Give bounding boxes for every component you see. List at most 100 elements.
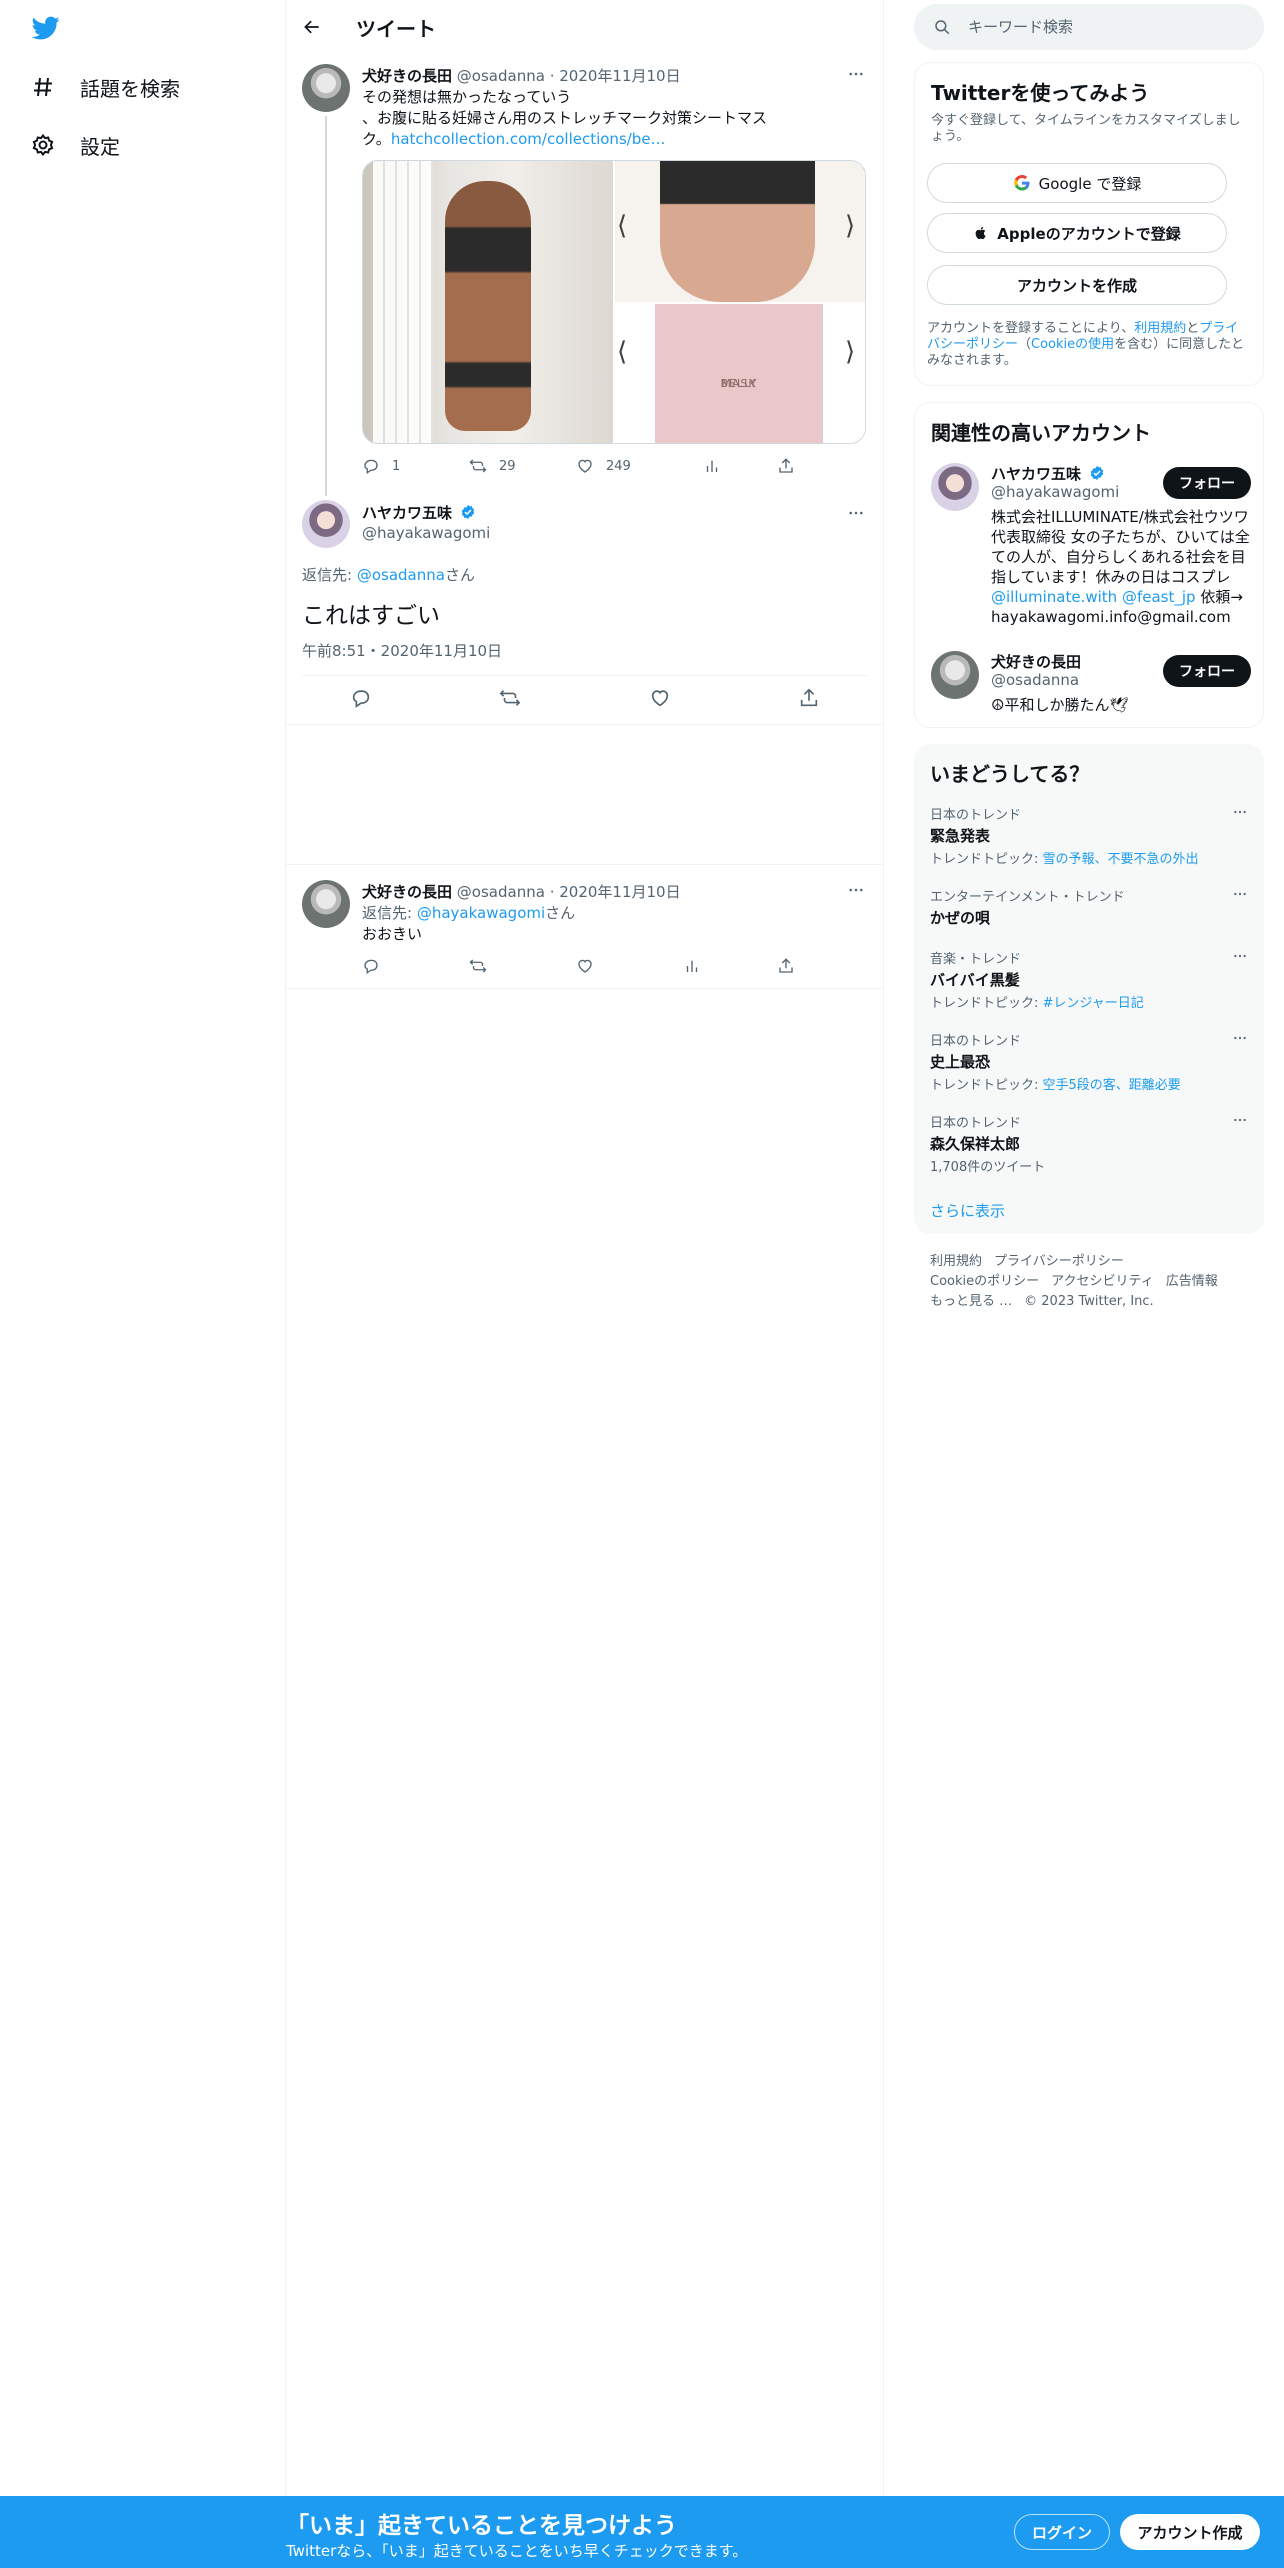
trend-topic-link[interactable]: #レンジャー日記 [1043, 996, 1144, 1011]
more-icon[interactable] [1232, 804, 1248, 824]
trend-item[interactable]: 日本のトレンド 緊急発表 トレンドトピック: 雪の予報、不要不急の外出 [930, 804, 1248, 867]
share-button[interactable] [777, 957, 795, 975]
signup-button[interactable]: アカウント作成 [1120, 2514, 1260, 2550]
tweet-actions [362, 957, 802, 975]
reply-to: 返信先: @osadannaさん [302, 564, 475, 585]
avatar[interactable] [302, 880, 350, 928]
retweet-button[interactable] [469, 957, 576, 975]
more-icon[interactable] [846, 880, 866, 900]
like-button[interactable]: 249 [576, 457, 703, 475]
author-handle[interactable]: @osadanna [457, 883, 545, 901]
footer-privacy-link[interactable]: プライバシーポリシー [994, 1254, 1124, 1269]
image-text: MASK [721, 377, 757, 390]
share-icon [779, 458, 793, 473]
heart-icon[interactable] [649, 687, 671, 713]
more-icon[interactable] [1232, 1030, 1248, 1050]
reply-to-handle[interactable]: @hayakawagomi [417, 904, 545, 922]
twitter-logo-icon[interactable] [30, 14, 62, 42]
create-account-button[interactable]: アカウントを作成 [927, 265, 1227, 305]
share-button[interactable] [777, 457, 795, 475]
more-icon[interactable] [1232, 886, 1248, 906]
reply-to-suffix: さん [444, 566, 475, 584]
follow-button[interactable]: フォロー [1163, 655, 1251, 687]
chevron-right-icon: ⟩ [845, 211, 856, 241]
account-bio: 株式会社ILLUMINATE/株式会社ウツワ 代表取締役 女の子たちが、ひいては… [991, 507, 1253, 627]
avatar[interactable] [302, 64, 350, 112]
tweet-link[interactable]: hatchcollection.com/collections/be… [391, 130, 666, 148]
google-signup-button[interactable]: Google で登録 [927, 163, 1227, 203]
footer-accessibility-link[interactable]: アクセシビリティ [1051, 1274, 1154, 1289]
share-icon[interactable] [798, 687, 820, 713]
tweet-date[interactable]: 2020年11月10日 [559, 883, 680, 901]
trend-name: バイバイ黒髪 [930, 971, 1020, 989]
nav-settings[interactable]: 設定 [30, 125, 120, 165]
search-input[interactable] [968, 18, 1248, 36]
divider [286, 988, 884, 989]
reply-button[interactable] [362, 957, 469, 975]
reply-button[interactable]: 1 [362, 457, 469, 475]
media-photo-2[interactable] [615, 161, 865, 302]
author-name[interactable]: ハヤカワ五味 [362, 504, 452, 522]
main-column: ツイート 犬好きの長田 @osadanna · 2020年11月10日 その発想… [286, 0, 884, 2496]
account-item[interactable]: 犬好きの長田 @osadanna ☮平和しか勝たん🕊 フォロー [931, 651, 1251, 715]
like-button[interactable] [576, 957, 683, 975]
author-name[interactable]: 犬好きの長田 [362, 67, 452, 85]
trend-item[interactable]: 日本のトレンド 森久保祥太郎 1,708件のツイート [930, 1112, 1248, 1175]
back-arrow-icon[interactable] [300, 15, 324, 39]
reply-icon[interactable] [350, 687, 372, 713]
author-handle[interactable]: @hayakawagomi [362, 524, 490, 542]
avatar[interactable] [931, 463, 979, 511]
cookie-link[interactable]: Cookieの使用 [1031, 337, 1114, 352]
media-photo-3[interactable]: BELLY MASK [615, 304, 865, 443]
analytics-button[interactable] [703, 457, 777, 475]
trend-name: 緊急発表 [930, 827, 991, 845]
account-bio: ☮平和しか勝たん🕊 [991, 696, 1129, 714]
tweet-date[interactable]: 2020年11月10日 [559, 67, 680, 85]
login-button[interactable]: ログイン [1014, 2514, 1110, 2550]
tweet-actions [286, 676, 884, 724]
bio-link[interactable]: @feast_jp [1122, 588, 1196, 606]
retweet-button[interactable]: 29 [469, 457, 576, 475]
search-bar[interactable] [914, 4, 1264, 50]
footer-cookie-link[interactable]: Cookieのポリシー [930, 1274, 1039, 1289]
footer-more-link[interactable]: もっと見る … [930, 1294, 1012, 1309]
more-icon[interactable] [846, 64, 866, 84]
hashtag-icon [30, 74, 56, 100]
trend-context: 日本のトレンド [930, 1034, 1022, 1049]
trend-topic-link[interactable]: 雪の予報、不要不急の外出 [1043, 852, 1199, 867]
footer-ads-link[interactable]: 広告情報 [1166, 1274, 1218, 1289]
nav-explore[interactable]: 話題を検索 [30, 67, 180, 107]
account-item[interactable]: ハヤカワ五味 @hayakawagomi 株式会社ILLUMINATE/株式会社… [931, 463, 1251, 633]
retweet-icon[interactable] [499, 687, 521, 713]
analytics-button[interactable] [683, 957, 777, 975]
more-icon[interactable] [1232, 948, 1248, 968]
terms-link[interactable]: 利用規約 [1134, 321, 1186, 336]
tweet-media-grid[interactable]: BELLY MASK ⟨ ⟩ ⟨ ⟩ [362, 160, 866, 444]
more-icon[interactable] [846, 503, 866, 523]
bottom-bar-subtext: Twitterなら、「いま」起きていることをいち早くチェックできます。 [286, 2542, 748, 2560]
author-name[interactable]: 犬好きの長田 [362, 883, 452, 901]
chevron-right-icon: ⟩ [845, 337, 856, 367]
trend-item[interactable]: 音楽・トレンド バイバイ黒髪 トレンドトピック: #レンジャー日記 [930, 948, 1248, 1011]
trend-item[interactable]: 日本のトレンド 史上最恐 トレンドトピック: 空手5段の客、距離必要 [930, 1030, 1248, 1093]
apple-signup-button[interactable]: Appleのアカウントで登録 [927, 213, 1227, 253]
footer-terms-link[interactable]: 利用規約 [930, 1254, 982, 1269]
bio-link[interactable]: @illuminate.with [991, 588, 1117, 606]
author-line: ハヤカワ五味 [362, 502, 476, 523]
reply-to-handle[interactable]: @osadanna [357, 566, 445, 584]
tweet-timestamp[interactable]: 午前8:51・2020年11月10日 [302, 640, 502, 661]
follow-button[interactable]: フォロー [1163, 467, 1251, 499]
avatar[interactable] [302, 500, 350, 548]
tweet-text: おおきい [362, 925, 423, 943]
avatar[interactable] [931, 651, 979, 699]
trend-context: 音楽・トレンド [930, 952, 1022, 967]
show-more-link[interactable]: さらに表示 [930, 1200, 1005, 1221]
trend-topic-link[interactable]: 空手5段の客、距離必要 [1043, 1078, 1181, 1093]
author-handle[interactable]: @osadanna [457, 67, 545, 85]
more-icon[interactable] [1232, 1112, 1248, 1132]
verified-badge-icon [1090, 466, 1104, 480]
media-photo-1[interactable] [363, 161, 613, 443]
divider [286, 724, 884, 725]
page-header: ツイート [286, 0, 884, 54]
trend-item[interactable]: エンターテインメント・トレンド かぜの唄 [930, 886, 1248, 928]
